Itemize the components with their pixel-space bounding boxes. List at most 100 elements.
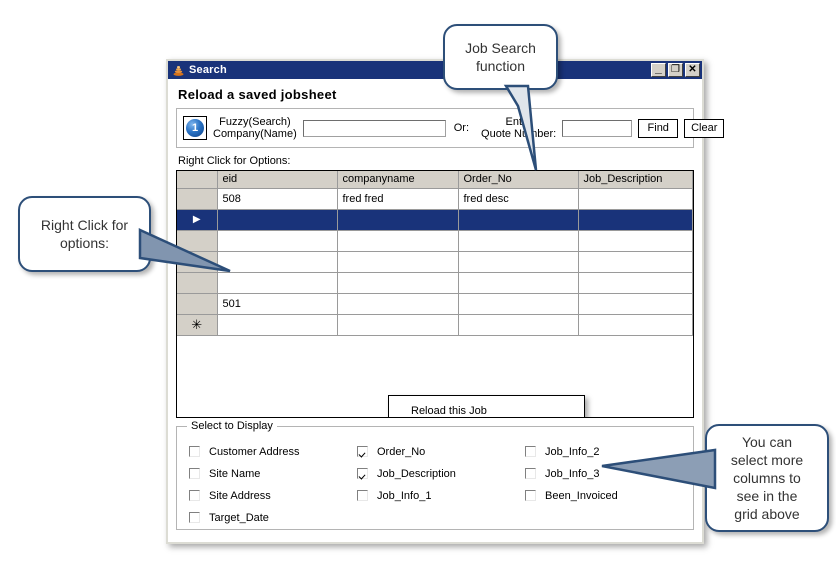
fuzzy-search-label: Fuzzy(Search) Company(Name) [213,116,297,140]
table-row-new[interactable]: ✳ [177,314,693,336]
checkbox-columns: Customer Address Site Name Site Address … [177,439,693,529]
cell-eid[interactable] [217,314,338,336]
checkbox-been-invoiced[interactable] [525,490,536,501]
table-row[interactable] [177,251,693,273]
cell-eid[interactable] [217,209,338,231]
minimize-icon: _ [655,61,662,75]
title-bar[interactable]: Search _ ❐ ✕ [168,61,702,79]
fuzzy-search-label-line1: Fuzzy(Search) [219,116,291,128]
checkbox-row-site-address[interactable]: Site Address [189,485,357,506]
minimize-button[interactable]: _ [651,61,666,77]
column-header-rowmarker[interactable] [177,171,218,189]
checkbox-label-job-description: Job_Description [377,467,456,480]
checkbox-job-info-2[interactable] [525,446,536,457]
cell-eid[interactable]: 501 [217,293,338,315]
checkbox-row-target-date[interactable]: Target_Date [189,507,357,528]
row-marker[interactable] [177,188,218,210]
cell-order-no[interactable] [458,293,579,315]
table-row[interactable]: ▶ [177,209,693,231]
new-row-asterisk-icon: ✳ [191,317,203,332]
java-cup-icon [172,64,185,77]
table-row[interactable] [177,230,693,252]
cell-eid[interactable]: 508 [217,188,338,210]
cell-eid[interactable] [217,230,338,252]
cell-eid[interactable] [217,251,338,273]
callout-bubble-select-more: You can select more columns to see in th… [705,424,829,532]
checkbox-row-order-no[interactable]: Order_No [357,441,525,462]
checkbox-job-description[interactable] [357,468,368,479]
checkbox-label-job-info-3: Job_Info_3 [545,467,600,480]
find-button[interactable]: Find [638,118,679,138]
table-row[interactable] [177,272,693,294]
cell-job-description[interactable] [578,251,693,273]
or-label: Or: [453,122,470,134]
callout-right-click-line1: Right Click for [40,217,129,233]
maximize-button[interactable]: ❐ [668,63,683,77]
cell-companyname[interactable] [337,251,459,273]
column-header-order-no[interactable]: Order_No [458,171,579,189]
checkbox-row-been-invoiced[interactable]: Been_Invoiced [525,485,693,506]
context-menu[interactable]: Reload this Job Copy Details to New Job … [388,395,585,417]
row-marker[interactable] [177,293,218,315]
checkbox-row-site-name[interactable]: Site Name [189,463,357,484]
column-header-companyname[interactable]: companyname [337,171,459,189]
close-button[interactable]: ✕ [685,63,700,77]
callout-right-click-line2: options: [59,235,110,251]
cell-order-no[interactable] [458,251,579,273]
clear-button[interactable]: Clear [684,118,725,138]
table-row[interactable]: 508 fred fred fred desc [177,188,693,210]
cell-order-no[interactable] [458,314,579,336]
new-row-marker[interactable]: ✳ [177,314,218,336]
column-header-job-description[interactable]: Job_Description [578,171,693,189]
checkbox-site-address[interactable] [189,490,200,501]
cell-companyname[interactable] [337,209,459,231]
cell-job-description[interactable] [578,188,693,210]
checkbox-customer-address[interactable] [189,446,200,457]
window-client-area: Reload a saved jobsheet 1 Fuzzy(Search) … [168,79,725,542]
checkbox-job-info-3[interactable] [525,468,536,479]
checkbox-row-job-info-2[interactable]: Job_Info_2 [525,441,693,462]
cell-companyname[interactable] [337,272,459,294]
checkbox-label-site-address: Site Address [209,489,271,502]
column-header-eid[interactable]: eid [217,171,338,189]
callout-job-search-line2: function [475,58,526,74]
checkbox-order-no[interactable] [357,446,368,457]
close-icon: ✕ [688,64,697,75]
cell-order-no[interactable] [458,272,579,294]
row-marker[interactable] [177,251,218,273]
context-menu-item-reload-job[interactable]: Reload this Job [389,400,584,417]
table-row[interactable]: 501 [177,293,693,315]
cell-job-description[interactable] [578,293,693,315]
search-window: Search _ ❐ ✕ Reload a saved jobsheet 1 F… [166,59,725,544]
checkbox-label-target-date: Target_Date [209,511,269,524]
cell-companyname[interactable] [337,314,459,336]
quote-number-input[interactable] [562,119,633,137]
select-to-display-group: Select to Display Customer Address Site … [176,420,694,530]
cell-order-no[interactable] [458,230,579,252]
row-marker[interactable] [177,230,218,252]
callout-select-more-line3: columns to [733,470,801,486]
cell-order-no[interactable]: fred desc [458,188,579,210]
cell-job-description[interactable] [578,272,693,294]
row-marker[interactable] [177,272,218,294]
cell-order-no[interactable] [458,209,579,231]
cell-eid[interactable] [217,272,338,294]
checkbox-job-info-1[interactable] [357,490,368,501]
jobs-grid[interactable]: eid companyname Order_No Job_Description… [176,170,694,418]
checkbox-row-job-description[interactable]: Job_Description [357,463,525,484]
cell-companyname[interactable] [337,293,459,315]
quote-number-label-line2: Quote Number: [481,128,557,140]
checkbox-row-customer-address[interactable]: Customer Address [189,441,357,462]
checkbox-row-job-info-3[interactable]: Job_Info_3 [525,463,693,484]
cell-job-description[interactable] [578,314,693,336]
row-marker-current[interactable]: ▶ [177,209,218,231]
checkbox-row-job-info-1[interactable]: Job_Info_1 [357,485,525,506]
cell-job-description[interactable] [578,209,693,231]
cell-job-description[interactable] [578,230,693,252]
fuzzy-search-input[interactable] [302,119,446,137]
checkbox-column-2: Order_No Job_Description Job_Info_1 [357,441,525,529]
cell-companyname[interactable]: fred fred [337,188,459,210]
cell-companyname[interactable] [337,230,459,252]
checkbox-site-name[interactable] [189,468,200,479]
checkbox-target-date[interactable] [189,512,200,523]
